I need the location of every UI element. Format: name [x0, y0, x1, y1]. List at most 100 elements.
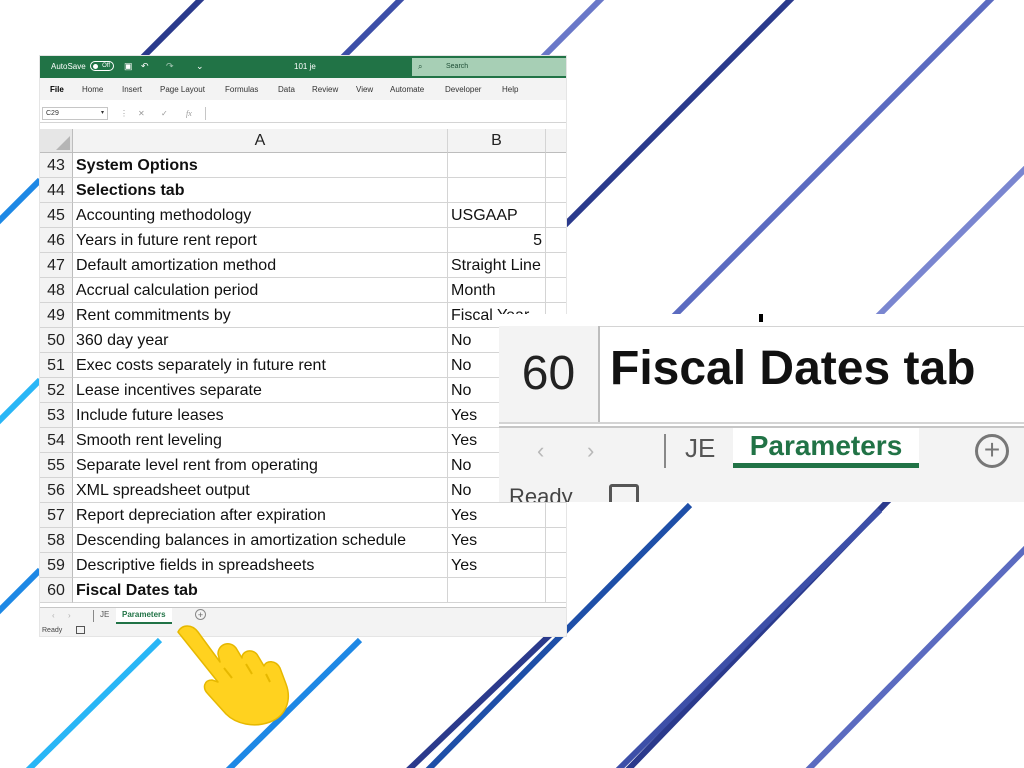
row-header[interactable]: 56	[40, 478, 73, 503]
cell-a[interactable]: Report depreciation after expiration	[73, 503, 448, 528]
pointing-hand-icon	[177, 625, 290, 726]
row-header[interactable]: 48	[40, 278, 73, 303]
cell-b[interactable]	[448, 178, 546, 203]
autosave-toggle[interactable]: Off	[90, 61, 114, 71]
cell-a[interactable]: Lease incentives separate	[73, 378, 448, 403]
tab-insert[interactable]: Insert	[122, 85, 142, 95]
tab-formulas[interactable]: Formulas	[225, 85, 258, 95]
table-row: 53 Include future leases Yes	[40, 403, 566, 428]
ribbon-tabs: File Home Insert Page Layout Formulas Da…	[40, 78, 566, 100]
cell-b[interactable]: Straight Line	[448, 253, 546, 278]
column-header-b[interactable]: B	[448, 129, 546, 153]
status-bar: Ready	[40, 624, 566, 636]
row-header[interactable]: 50	[40, 328, 73, 353]
cell-b[interactable]: Yes	[448, 503, 546, 528]
cell-a[interactable]: Fiscal Dates tab	[73, 578, 448, 603]
cell-c[interactable]	[546, 178, 566, 203]
cell-a[interactable]: XML spreadsheet output	[73, 478, 448, 503]
cell-b[interactable]: Month	[448, 278, 546, 303]
tab-review[interactable]: Review	[312, 85, 338, 95]
tab-view[interactable]: View	[356, 85, 373, 95]
enter-icon[interactable]: ✓	[161, 108, 168, 119]
row-header[interactable]: 60	[40, 578, 73, 603]
cell-a[interactable]: Accrual calculation period	[73, 278, 448, 303]
row-header[interactable]: 57	[40, 503, 73, 528]
tab-data[interactable]: Data	[278, 85, 295, 95]
undo-icon[interactable]: ↶	[141, 61, 149, 71]
row-header[interactable]: 46	[40, 228, 73, 253]
cell-b[interactable]: Yes	[448, 553, 546, 578]
insert-function-icon[interactable]: fx	[186, 108, 192, 119]
zoom-sheet-tab-je: JE	[685, 433, 716, 463]
cell-c[interactable]	[546, 578, 566, 603]
cell-a[interactable]: Include future leases	[73, 403, 448, 428]
cell-a[interactable]: Selections tab	[73, 178, 448, 203]
cell-a[interactable]: 360 day year	[73, 328, 448, 353]
row-header[interactable]: 54	[40, 428, 73, 453]
row-header[interactable]: 58	[40, 528, 73, 553]
prev-sheet-icon[interactable]: ‹	[52, 611, 55, 620]
cell-a[interactable]: Smooth rent leveling	[73, 428, 448, 453]
cell-c[interactable]	[546, 528, 566, 553]
cell-a[interactable]: System Options	[73, 153, 448, 178]
tab-home[interactable]: Home	[82, 85, 103, 95]
tab-automate[interactable]: Automate	[390, 85, 424, 95]
cell-a[interactable]: Descriptive fields in spreadsheets	[73, 553, 448, 578]
table-row: 45 Accounting methodology USGAAP	[40, 203, 566, 228]
save-icon[interactable]: ▣	[124, 61, 133, 71]
row-header[interactable]: 59	[40, 553, 73, 578]
column-header-c[interactable]	[546, 129, 566, 153]
row-header[interactable]: 55	[40, 453, 73, 478]
sheet-tab-je[interactable]: JE	[94, 608, 115, 624]
cell-a[interactable]: Rent commitments by	[73, 303, 448, 328]
row-header[interactable]: 53	[40, 403, 73, 428]
accessibility-icon[interactable]	[76, 626, 85, 634]
table-row: 44 Selections tab	[40, 178, 566, 203]
row-header[interactable]: 49	[40, 303, 73, 328]
cell-c[interactable]	[546, 228, 566, 253]
cell-b[interactable]: 5	[448, 228, 546, 253]
customize-quick-access-icon[interactable]: ⌄	[196, 61, 204, 71]
sheet-tab-parameters[interactable]: Parameters	[116, 608, 172, 624]
cell-b[interactable]	[448, 578, 546, 603]
cell-b[interactable]	[448, 153, 546, 178]
row-header[interactable]: 52	[40, 378, 73, 403]
cell-a[interactable]: Exec costs separately in future rent	[73, 353, 448, 378]
row-header[interactable]: 51	[40, 353, 73, 378]
column-header-a[interactable]: A	[73, 129, 448, 153]
table-row: 54 Smooth rent leveling Yes	[40, 428, 566, 453]
cell-b[interactable]: Yes	[448, 528, 546, 553]
tab-developer[interactable]: Developer	[445, 85, 481, 95]
table-row: 50 360 day year No	[40, 328, 566, 353]
cell-c[interactable]	[546, 153, 566, 178]
document-name[interactable]: 101 je	[294, 62, 316, 72]
tab-file[interactable]: File	[50, 85, 64, 95]
cell-a[interactable]: Separate level rent from operating	[73, 453, 448, 478]
cell-c[interactable]	[546, 503, 566, 528]
next-sheet-icon[interactable]: ›	[68, 611, 71, 620]
cell-a[interactable]: Years in future rent report	[73, 228, 448, 253]
row-header[interactable]: 44	[40, 178, 73, 203]
row-header[interactable]: 47	[40, 253, 73, 278]
cell-a[interactable]: Accounting methodology	[73, 203, 448, 228]
cell-c[interactable]	[546, 253, 566, 278]
cell-b[interactable]: USGAAP	[448, 203, 546, 228]
cell-c[interactable]	[546, 278, 566, 303]
tab-page-layout[interactable]: Page Layout	[160, 85, 205, 95]
formula-input[interactable]	[205, 107, 566, 120]
tab-help[interactable]: Help	[502, 85, 518, 95]
cell-c[interactable]	[546, 553, 566, 578]
cell-c[interactable]	[546, 203, 566, 228]
cell-a[interactable]: Descending balances in amortization sche…	[73, 528, 448, 553]
select-all-corner[interactable]	[40, 129, 73, 153]
row-header[interactable]: 43	[40, 153, 73, 178]
search-box[interactable]: ⌕ Search	[412, 58, 566, 76]
row-header[interactable]: 45	[40, 203, 73, 228]
redo-icon[interactable]: ↷	[166, 61, 174, 71]
cancel-icon[interactable]: ✕	[138, 108, 145, 119]
name-box[interactable]: C29 ▾	[42, 107, 108, 120]
autosave-label: AutoSave	[51, 62, 86, 71]
table-row: 55 Separate level rent from operating No	[40, 453, 566, 478]
cell-a[interactable]: Default amortization method	[73, 253, 448, 278]
zoom-tab-separator	[664, 434, 666, 468]
